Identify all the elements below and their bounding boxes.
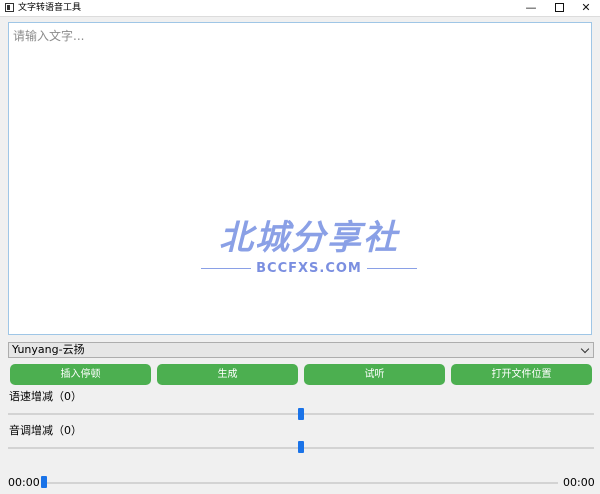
app-icon [5, 3, 14, 12]
minimize-button[interactable]: — [517, 0, 545, 16]
chevron-down-icon [580, 344, 590, 354]
speed-label: 语速增减（0） [9, 390, 82, 403]
watermark-logo: 北城分享社 BCCFXS.COM [189, 218, 429, 278]
total-time: 00:00 [563, 476, 595, 489]
text-input-placeholder: 请输入文字... [13, 29, 85, 43]
title-bar: 文字转语音工具 — ✕ [0, 0, 600, 17]
text-input-area[interactable]: 请输入文字... 北城分享社 BCCFXS.COM [8, 22, 592, 335]
playback-progress-track[interactable] [44, 482, 558, 484]
window-title: 文字转语音工具 [18, 3, 82, 13]
preview-button[interactable]: 试听 [304, 364, 445, 385]
watermark-sub-text: BCCFXS.COM [256, 261, 362, 276]
speed-slider-handle[interactable] [298, 408, 304, 420]
voice-select-value: Yunyang-云扬 [12, 343, 85, 356]
pitch-label: 音调增减（0） [9, 424, 82, 437]
generate-button[interactable]: 生成 [157, 364, 298, 385]
maximize-icon [554, 2, 564, 12]
maximize-button[interactable] [545, 0, 573, 16]
watermark-main-text: 北城分享社 [219, 218, 399, 258]
open-folder-button[interactable]: 打开文件位置 [451, 364, 592, 385]
watermark-divider-right [367, 268, 417, 269]
close-button[interactable]: ✕ [572, 0, 600, 16]
voice-select[interactable]: Yunyang-云扬 [8, 342, 594, 358]
insert-pause-button[interactable]: 插入停顿 [10, 364, 151, 385]
pitch-slider-handle[interactable] [298, 441, 304, 453]
current-time: 00:00 [8, 476, 40, 489]
playback-progress-handle[interactable] [41, 476, 47, 488]
